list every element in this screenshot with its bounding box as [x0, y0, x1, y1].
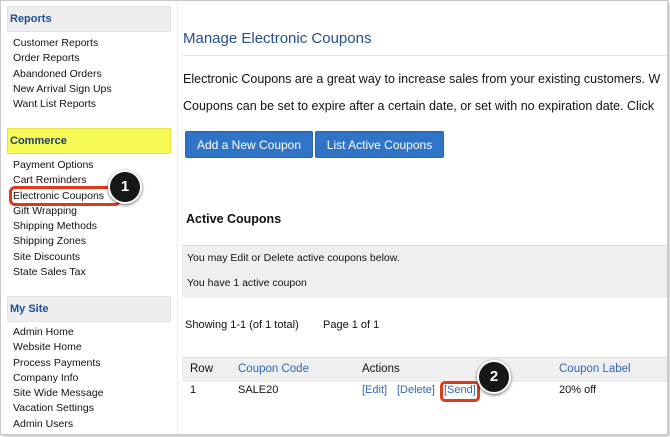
sidebar-list-commerce: Payment Options Cart Reminders Electroni… — [13, 158, 104, 280]
column-header-coupon-label[interactable]: Coupon Label — [559, 363, 631, 375]
sidebar-item-order-reports[interactable]: Order Reports — [13, 51, 112, 66]
callout-highlight-send — [440, 381, 480, 402]
table-cell-coupon-code: SALE20 — [238, 384, 279, 396]
active-count-message: You have 1 active coupon — [182, 269, 667, 298]
sidebar-item-company-info[interactable]: Company Info — [13, 371, 103, 386]
column-header-coupon-code[interactable]: Coupon Code — [238, 363, 309, 375]
column-header-actions: Actions — [362, 363, 400, 375]
callout-badge-1: 1 — [108, 170, 142, 204]
sidebar-list-reports: Customer Reports Order Reports Abandoned… — [13, 36, 112, 112]
sidebar-item-payment-options[interactable]: Payment Options — [13, 158, 104, 173]
add-new-coupon-button[interactable]: Add a New Coupon — [185, 131, 313, 158]
sidebar-item-customer-reports[interactable]: Customer Reports — [13, 36, 112, 51]
page-title: Manage Electronic Coupons — [183, 30, 372, 47]
app-window: Reports Customer Reports Order Reports A… — [0, 0, 668, 435]
callout-badge-2: 2 — [477, 360, 511, 394]
intro-text-line-1: Electronic Coupons are a great way to in… — [183, 72, 661, 86]
column-header-row: Row — [190, 363, 214, 375]
sidebar-item-shipping-zones[interactable]: Shipping Zones — [13, 234, 104, 249]
sidebar-item-new-arrival-sign-ups[interactable]: New Arrival Sign Ups — [13, 82, 112, 97]
callout-highlight-electronic-coupons — [9, 186, 121, 206]
sidebar-item-website-home[interactable]: Website Home — [13, 340, 103, 355]
pagination-showing: Showing 1-1 (of 1 total) — [185, 319, 299, 331]
sidebar-heading-commerce: Commerce — [7, 128, 171, 154]
sidebar-item-abandoned-orders[interactable]: Abandoned Orders — [13, 67, 112, 82]
title-divider — [182, 55, 667, 56]
sidebar-item-gift-wrapping[interactable]: Gift Wrapping — [13, 204, 104, 219]
main-content: Manage Electronic Coupons Electronic Cou… — [178, 1, 667, 434]
sidebar-item-want-list-reports[interactable]: Want List Reports — [13, 97, 112, 112]
sidebar-item-site-discounts[interactable]: Site Discounts — [13, 250, 104, 265]
sidebar-item-process-payments[interactable]: Process Payments — [13, 356, 103, 371]
table-cell-row: 1 — [190, 384, 197, 396]
sidebar-heading-reports: Reports — [7, 6, 171, 32]
edit-delete-message: You may Edit or Delete active coupons be… — [182, 245, 667, 269]
sidebar-item-admin-users[interactable]: Admin Users — [13, 417, 103, 432]
sidebar-item-site-wide-message[interactable]: Site Wide Message — [13, 386, 103, 401]
sidebar: Reports Customer Reports Order Reports A… — [1, 1, 177, 434]
sidebar-list-my-site: Admin Home Website Home Process Payments… — [13, 325, 103, 432]
sidebar-heading-my-site: My Site — [7, 296, 171, 322]
pagination-page: Page 1 of 1 — [323, 319, 380, 331]
active-coupons-heading: Active Coupons — [186, 212, 282, 226]
edit-link[interactable]: [Edit] — [362, 384, 387, 396]
table-cell-coupon-label: 20% off — [559, 384, 597, 396]
sidebar-item-state-sales-tax[interactable]: State Sales Tax — [13, 265, 104, 280]
list-active-coupons-button[interactable]: List Active Coupons — [315, 131, 444, 158]
sidebar-item-vacation-settings[interactable]: Vacation Settings — [13, 401, 103, 416]
intro-text-line-2: Coupons can be set to expire after a cer… — [183, 99, 655, 113]
sidebar-item-shipping-methods[interactable]: Shipping Methods — [13, 219, 104, 234]
sidebar-item-admin-home[interactable]: Admin Home — [13, 325, 103, 340]
delete-link[interactable]: [Delete] — [397, 384, 435, 396]
